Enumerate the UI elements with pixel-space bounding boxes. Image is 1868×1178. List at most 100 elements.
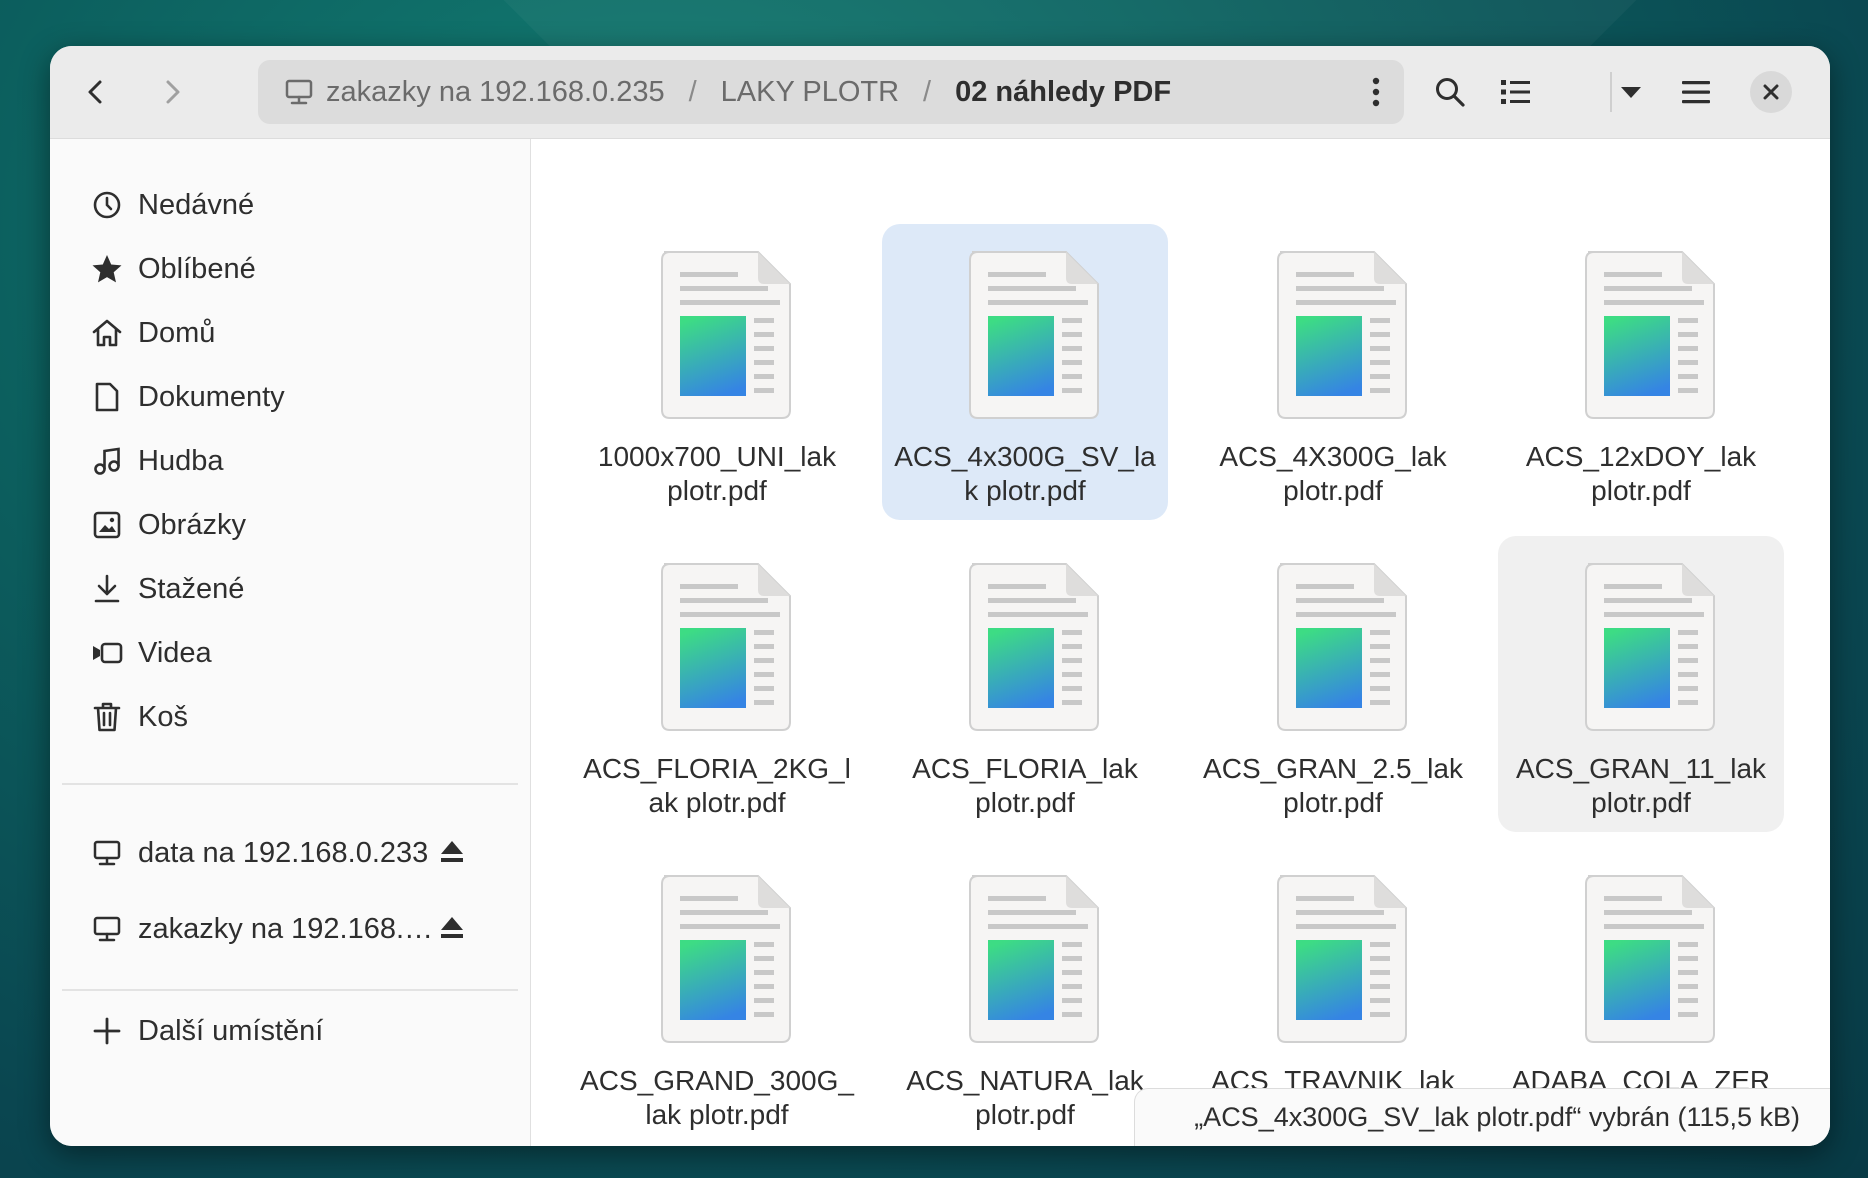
vertical-dots-icon (1372, 77, 1380, 107)
hamburger-icon (1682, 81, 1710, 104)
pdf-document-icon (1580, 870, 1720, 1051)
file-item[interactable]: ACS_FLORIA_lak plotr.pdf (882, 536, 1168, 832)
breadcrumb-separator: / (923, 75, 932, 108)
sidebar-item-music[interactable]: Hudba (90, 433, 510, 489)
pdf-document-icon (1580, 246, 1720, 427)
pdf-document-icon (656, 558, 796, 739)
sidebar-item-pictures[interactable]: Obrázky (90, 497, 510, 553)
file-name: ACS_FLORIA_lak plotr.pdf (882, 752, 1168, 820)
back-button[interactable] (72, 68, 120, 116)
view-options-button[interactable] (1610, 68, 1652, 116)
search-icon (1436, 78, 1465, 107)
pdf-document-icon (656, 246, 796, 427)
forward-button[interactable] (148, 68, 196, 116)
sidebar-item-downloads[interactable]: Stažené (90, 561, 510, 617)
plus-icon (90, 1014, 124, 1048)
pdf-document-icon (964, 246, 1104, 427)
sidebar-item-label: Stažené (138, 572, 245, 605)
eject-icon[interactable] (438, 914, 466, 947)
sidebar-item-label: Videa (138, 636, 212, 669)
eject-icon[interactable] (438, 838, 466, 871)
list-view-button[interactable] (1492, 68, 1540, 116)
file-item[interactable]: ACS_GRAND_300G_ lak plotr.pdf (574, 848, 860, 1144)
file-name: ACS_NATURA_lak plotr.pdf (882, 1064, 1168, 1132)
music-icon (90, 444, 124, 478)
sidebar-item-trash[interactable]: Koš (90, 689, 510, 745)
sidebar-item-recent[interactable]: Nedávné (90, 177, 510, 233)
pdf-document-icon (1272, 558, 1412, 739)
chevron-left-icon (88, 80, 102, 104)
file-grid: 1000x700_UNI_lak plotr.pdf ACS_4x300G_SV_l… (531, 139, 1830, 1146)
sidebar-item-videos[interactable]: Videa (90, 625, 510, 681)
file-name: ACS_GRAND_300G_ lak plotr.pdf (574, 1064, 860, 1132)
file-name-line: ACS_12xDOY_lak (1525, 441, 1757, 472)
sidebar-item-label: Obrázky (138, 508, 246, 541)
breadcrumb-root[interactable]: zakazky na 192.168.0.235 (326, 76, 665, 109)
path-bar[interactable]: zakazky na 192.168.0.235 / LAKY PLOTR / … (258, 60, 1404, 124)
trash-icon (90, 700, 124, 734)
close-icon (1763, 84, 1779, 100)
sidebar-item-label: Domů (138, 316, 216, 349)
breadcrumb-separator: / (688, 75, 697, 108)
sidebar-item-other-locations[interactable]: Další umístění (90, 1003, 510, 1059)
file-name: ACS_4x300G_SV_la k plotr.pdf (882, 440, 1168, 508)
file-name-line: plotr.pdf (1591, 475, 1691, 506)
document-icon (90, 380, 124, 414)
sidebar-item-label: zakazky na 192.168.… (138, 912, 434, 945)
header-bar: zakazky na 192.168.0.235 / LAKY PLOTR / … (50, 46, 1830, 139)
star-icon (90, 252, 124, 286)
chevron-right-icon (166, 80, 180, 104)
file-name: ACS_4X300G_lak plotr.pdf (1190, 440, 1476, 508)
file-item[interactable]: ACS_FLORIA_2KG_l ak plotr.pdf (574, 536, 860, 832)
file-item[interactable]: ACS_GRAN_11_lak plotr.pdf (1498, 536, 1784, 832)
sidebar-item-network-data[interactable]: data na 192.168.0.233 (90, 825, 510, 881)
file-name-line: plotr.pdf (1283, 787, 1383, 818)
file-item[interactable]: ACS_12xDOY_lak plotr.pdf (1498, 224, 1784, 520)
path-menu-button[interactable] (1370, 76, 1382, 113)
clock-icon (90, 188, 124, 222)
file-item[interactable]: ACS_GRAN_2.5_lak plotr.pdf (1190, 536, 1476, 832)
sidebar-item-network-zakazky[interactable]: zakazky na 192.168.… (90, 901, 510, 957)
network-drive-icon (90, 836, 124, 870)
search-button[interactable] (1426, 68, 1474, 116)
sidebar-item-starred[interactable]: Oblíbené (90, 241, 510, 297)
file-name-line: lak plotr.pdf (645, 1099, 789, 1130)
file-name-line: ACS_GRAN_11_lak (1515, 753, 1767, 784)
breadcrumb-folder[interactable]: LAKY PLOTR (721, 76, 899, 109)
close-button[interactable] (1750, 71, 1792, 113)
main-menu-button[interactable] (1672, 68, 1720, 116)
sidebar-item-label: data na 192.168.0.233 (138, 836, 429, 869)
triangle-down-icon (1621, 87, 1641, 98)
file-name-line: ACS_FLORIA_2KG_l (583, 753, 851, 784)
network-drive-icon (284, 77, 314, 107)
file-item[interactable]: ACS_NATURA_lak plotr.pdf (882, 848, 1168, 1144)
file-name-line: plotr.pdf (975, 1099, 1075, 1130)
download-icon (90, 572, 124, 606)
sidebar-item-home[interactable]: Domů (90, 305, 510, 361)
pdf-document-icon (1580, 558, 1720, 739)
sidebar-item-label: Koš (138, 700, 188, 733)
file-name-line: plotr.pdf (975, 787, 1075, 818)
file-name-line: ACS_4X300G_lak (1219, 441, 1447, 472)
sidebar-item-documents[interactable]: Dokumenty (90, 369, 510, 425)
pdf-document-icon (656, 870, 796, 1051)
pdf-document-icon (964, 870, 1104, 1051)
sidebar-separator (62, 989, 518, 991)
file-name: ACS_GRAN_2.5_lak plotr.pdf (1190, 752, 1476, 820)
file-name-line: ACS_NATURA_lak (906, 1065, 1144, 1096)
image-icon (90, 508, 124, 542)
sidebar-item-label: Další umístění (138, 1014, 324, 1047)
file-item[interactable]: ACS_4x300G_SV_la k plotr.pdf (882, 224, 1168, 520)
breadcrumb-current[interactable]: 02 náhledy PDF (955, 76, 1171, 109)
file-name-line: ak plotr.pdf (648, 787, 786, 818)
file-name: 1000x700_UNI_lak plotr.pdf (574, 440, 860, 508)
file-item[interactable]: 1000x700_UNI_lak plotr.pdf (574, 224, 860, 520)
pdf-document-icon (1272, 870, 1412, 1051)
sidebar-item-label: Nedávné (138, 188, 255, 221)
file-name: ACS_FLORIA_2KG_l ak plotr.pdf (574, 752, 860, 820)
pdf-document-icon (964, 558, 1104, 739)
home-icon (90, 316, 124, 350)
file-name-line: ACS_FLORIA_lak (912, 753, 1138, 784)
file-item[interactable]: ACS_4X300G_lak plotr.pdf (1190, 224, 1476, 520)
sidebar-item-label: Dokumenty (138, 380, 285, 413)
